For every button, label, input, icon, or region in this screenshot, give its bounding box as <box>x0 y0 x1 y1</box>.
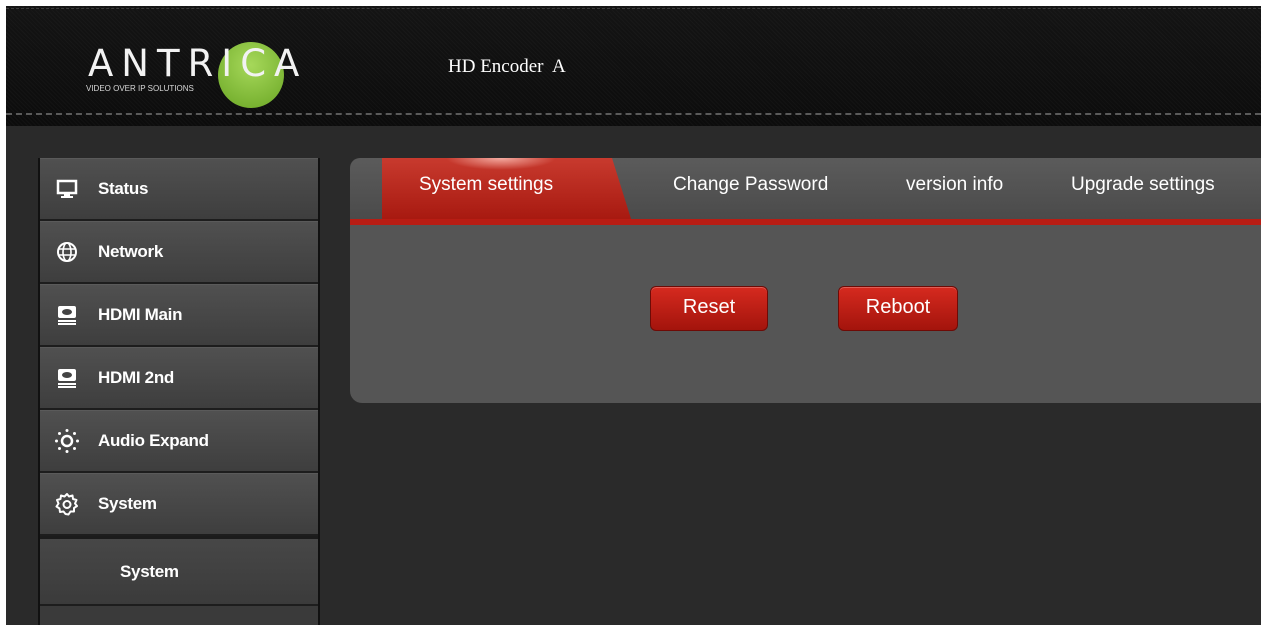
sidebar-item-label: System <box>98 494 157 513</box>
gear-icon <box>54 491 80 517</box>
sidebar-item-hdmi-2nd[interactable]: HDMI 2nd <box>40 347 318 410</box>
header-bar: ANTRICA VIDEO OVER IP SOLUTIONS HD Encod… <box>6 6 1261 126</box>
tab-upgrade-settings[interactable]: Upgrade settings <box>1071 174 1215 196</box>
sidebar-item-status[interactable]: Status <box>40 158 318 221</box>
sidebar-item-label: HDMI 2nd <box>98 368 174 387</box>
antrica-logo: ANTRICA VIDEO OVER IP SOLUTIONS <box>76 28 356 108</box>
sidebar-item-audio-expand[interactable]: Audio Expand <box>40 410 318 473</box>
tab-version-info[interactable]: version info <box>906 174 1003 196</box>
tab-system-settings[interactable]: System settings <box>419 174 553 196</box>
sidebar: Status Network HDMI Main HDMI 2nd Audio … <box>38 158 320 625</box>
sidebar-subitem-label: System <box>120 561 179 581</box>
tab-active-glow <box>446 158 556 170</box>
sidebar-item-label: Network <box>98 242 163 261</box>
sidebar-item-hdmi-main[interactable]: HDMI Main <box>40 284 318 347</box>
reboot-button[interactable]: Reboot <box>838 286 958 331</box>
sidebar-item-label: Status <box>98 179 149 198</box>
device-title: HD Encoder A <box>448 56 566 77</box>
settings-panel <box>350 225 1261 403</box>
monitor-icon <box>54 176 80 202</box>
reset-button[interactable]: Reset <box>650 286 768 331</box>
sidebar-subitem-system[interactable]: System <box>40 536 318 606</box>
hdmi-icon <box>54 365 80 391</box>
sidebar-item-system[interactable]: System <box>40 473 318 536</box>
sidebar-item-network[interactable]: Network <box>40 221 318 284</box>
globe-icon <box>54 239 80 265</box>
audio-dots-icon <box>54 428 80 454</box>
header-stitch <box>6 113 1261 115</box>
sidebar-item-label: Audio Expand <box>98 431 209 450</box>
logo-tagline: VIDEO OVER IP SOLUTIONS <box>86 84 194 93</box>
sidebar-item-label: HDMI Main <box>98 305 183 324</box>
app-window: ANTRICA VIDEO OVER IP SOLUTIONS HD Encod… <box>6 6 1261 625</box>
tab-change-password[interactable]: Change Password <box>673 174 828 196</box>
logo-wordmark: ANTRICA <box>88 42 308 85</box>
header-stitch-top <box>6 8 1261 9</box>
hdmi-icon <box>54 302 80 328</box>
